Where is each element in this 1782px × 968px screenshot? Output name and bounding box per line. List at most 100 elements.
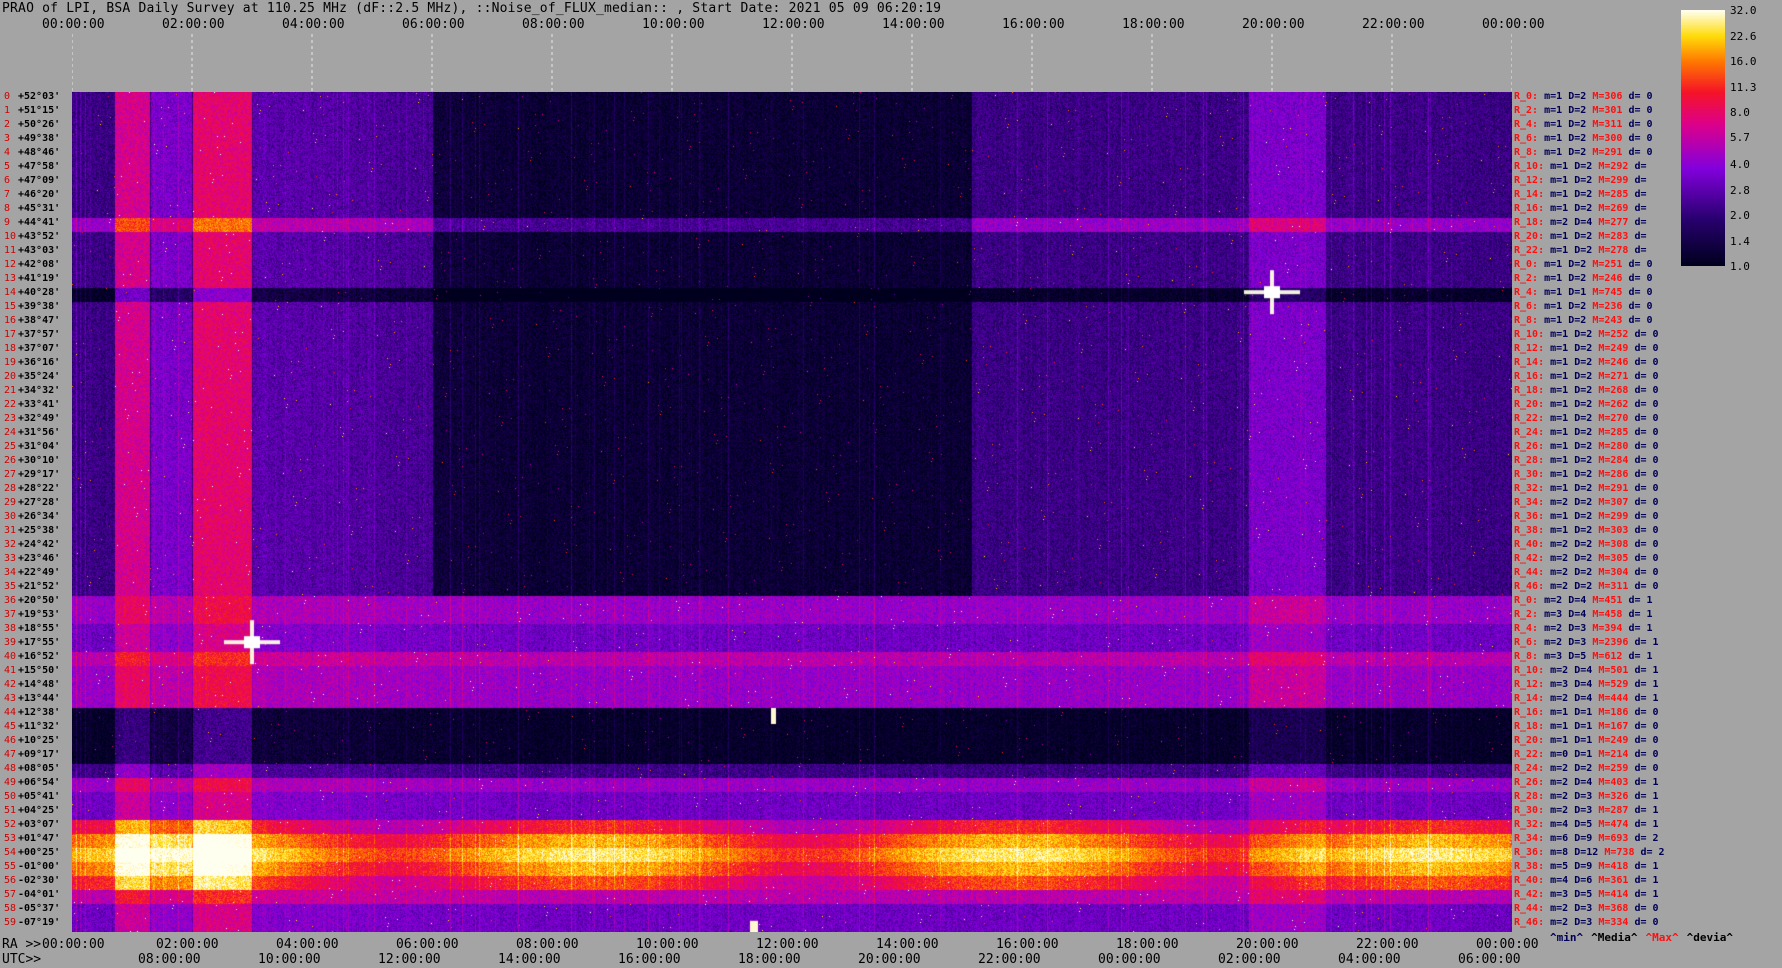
beam-min: m=3: [1544, 651, 1563, 662]
beam-min: m=1: [1544, 273, 1563, 284]
beam-index: 35: [4, 581, 17, 592]
beam-stat-row: R_0: m=1 D=2 M=251 d= 0: [1514, 259, 1653, 270]
beam-name: R_16:: [1514, 371, 1545, 382]
declination-row: 15 +39°38': [4, 301, 60, 312]
beam-max: M=214: [1598, 749, 1629, 760]
beam-name: R_36:: [1514, 511, 1545, 522]
beam-min: m=4: [1550, 819, 1569, 830]
beam-name: R_14:: [1514, 693, 1545, 704]
beam-name: R_10:: [1514, 161, 1545, 172]
beam-median: D=2: [1574, 539, 1593, 550]
declination-row: 12 +42°08': [4, 259, 60, 270]
declination-value: +42°08': [18, 259, 61, 270]
declination-value: -04°01': [18, 889, 61, 900]
declination-value: +47°09': [18, 175, 61, 186]
ra-tick-label: 10:00:00: [636, 937, 699, 952]
beam-median: D=1: [1568, 287, 1587, 298]
beam-stat-row: R_44: m=2 D=3 M=368 d= 0: [1514, 903, 1659, 914]
beam-min: m=1: [1550, 455, 1569, 466]
declination-row: 7 +46°20': [4, 189, 60, 200]
top-tick-label: 02:00:00: [162, 17, 225, 32]
beam-min: m=1: [1550, 469, 1569, 480]
declination-row: 54 +00°25': [4, 847, 60, 858]
beam-deviation: d=: [1634, 189, 1647, 200]
beam-name: R_38:: [1514, 525, 1545, 536]
beam-deviation: d= 0: [1634, 343, 1659, 354]
beam-max: M=283: [1598, 231, 1629, 242]
declination-value: +31°56': [18, 427, 61, 438]
beam-deviation: d= 0: [1628, 315, 1653, 326]
colorbar-tick-label: 16.0: [1730, 55, 1757, 69]
beam-stat-row: R_14: m=1 D=2 M=285 d=: [1514, 189, 1647, 200]
declination-row: 14 +40°28': [4, 287, 60, 298]
beam-deviation: d= 0: [1634, 357, 1659, 368]
declination-row: 10 +43°52': [4, 231, 60, 242]
beam-stat-row: R_16: m=1 D=2 M=269 d=: [1514, 203, 1647, 214]
beam-index: 51: [4, 805, 17, 816]
beam-name: R_18:: [1514, 385, 1545, 396]
beam-stat-row: R_40: m=4 D=6 M=361 d= 1: [1514, 875, 1659, 886]
beam-median: D=4: [1574, 679, 1593, 690]
utc-tick-label: 20:00:00: [858, 952, 921, 967]
declination-value: +20°50': [18, 595, 61, 606]
beam-max: M=301: [1592, 105, 1623, 116]
beam-deviation: d= 1: [1634, 665, 1659, 676]
beam-name: R_22:: [1514, 413, 1545, 424]
beam-median: D=2: [1568, 315, 1587, 326]
beam-deviation: d= 0: [1634, 455, 1659, 466]
declination-row: 1 +51°15': [4, 105, 60, 116]
declination-value: +14°48': [18, 679, 61, 690]
beam-deviation: d= 0: [1634, 413, 1659, 424]
beam-name: R_8:: [1514, 315, 1539, 326]
declination-value: +12°38': [18, 707, 61, 718]
declination-row: 26 +30°10': [4, 455, 60, 466]
beam-median: D=5: [1568, 651, 1587, 662]
top-tick-label: 14:00:00: [882, 17, 945, 32]
beam-stat-row: R_34: m=2 D=2 M=307 d= 0: [1514, 497, 1659, 508]
beam-min: m=2: [1544, 595, 1563, 606]
declination-value: +51°15': [18, 105, 61, 116]
ra-tick-label: 22:00:00: [1356, 937, 1419, 952]
beam-min: m=1: [1544, 91, 1563, 102]
beam-index: 47: [4, 749, 17, 760]
beam-max: M=307: [1598, 497, 1629, 508]
beam-deviation: d= 1: [1634, 819, 1659, 830]
beam-median: D=4: [1574, 217, 1593, 228]
beam-name: R_38:: [1514, 861, 1545, 872]
beam-median: D=2: [1574, 581, 1593, 592]
declination-value: +08°05': [18, 763, 61, 774]
beam-max: M=311: [1598, 581, 1629, 592]
beam-min: m=1: [1544, 315, 1563, 326]
beam-max: M=268: [1598, 385, 1629, 396]
declination-value: +01°47': [18, 833, 61, 844]
beam-deviation: d=: [1634, 175, 1647, 186]
beam-index: 10: [4, 231, 17, 242]
beam-name: R_16:: [1514, 707, 1545, 718]
beam-stat-row: R_14: m=1 D=2 M=246 d= 0: [1514, 357, 1659, 368]
declination-value: +35°24': [18, 371, 61, 382]
beam-stat-row: R_10: m=1 D=2 M=252 d= 0: [1514, 329, 1659, 340]
beam-median: D=2: [1574, 511, 1593, 522]
beam-deviation: d= 0: [1628, 259, 1653, 270]
beam-min: m=2: [1550, 553, 1569, 564]
beam-max: M=236: [1592, 301, 1623, 312]
beam-max: M=287: [1598, 805, 1629, 816]
declination-value: +41°19': [18, 273, 61, 284]
top-tick-label: 12:00:00: [762, 17, 825, 32]
beam-index: 24: [4, 427, 17, 438]
beam-deviation: d= 0: [1634, 525, 1659, 536]
declination-value: -01°00': [18, 861, 61, 872]
beam-max: M=291: [1598, 483, 1629, 494]
declination-value: +15°50': [18, 665, 61, 676]
beam-deviation: d= 1: [1628, 595, 1653, 606]
beam-deviation: d= 0: [1634, 329, 1659, 340]
beam-index: 56: [4, 875, 17, 886]
utc-tick-label: 10:00:00: [258, 952, 321, 967]
beam-index: 12: [4, 259, 17, 270]
beam-stat-row: R_38: m=5 D=9 M=418 d= 1: [1514, 861, 1659, 872]
beam-min: m=2: [1550, 917, 1569, 928]
beam-deviation: d= 0: [1634, 749, 1659, 760]
beam-deviation: d= 0: [1628, 273, 1653, 284]
beam-min: m=1: [1544, 259, 1563, 270]
beam-median: D=9: [1574, 833, 1593, 844]
